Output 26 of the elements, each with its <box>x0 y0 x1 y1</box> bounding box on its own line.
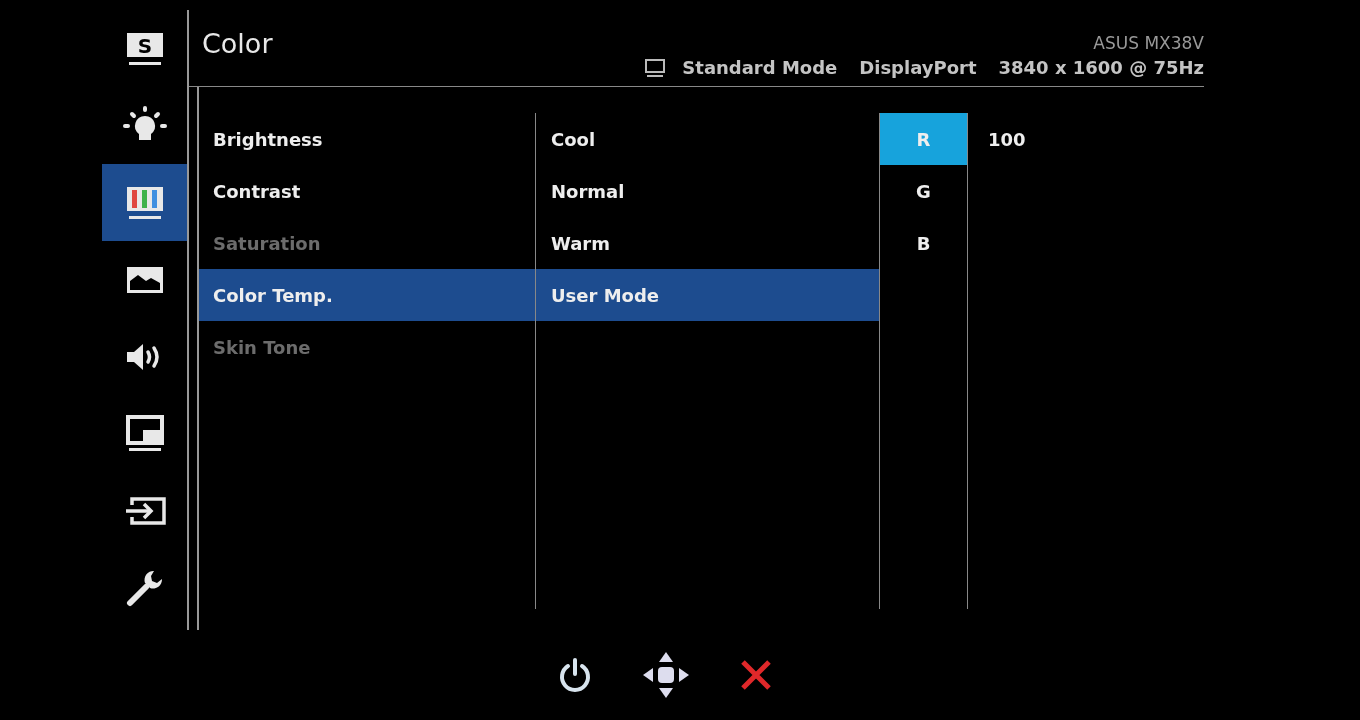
picture-icon <box>124 264 165 295</box>
submenu-item[interactable]: User Mode <box>536 269 879 321</box>
monitor-icon <box>644 57 667 78</box>
menu-item[interactable]: Contrast <box>199 165 535 217</box>
monitor-model: ASUS MX38V <box>1093 33 1204 53</box>
mode-label: Standard Mode <box>682 57 838 78</box>
picture-in-picture-icon <box>124 413 165 454</box>
close-icon[interactable] <box>739 658 773 692</box>
channel-item[interactable]: B <box>880 217 967 269</box>
sidebar-item[interactable] <box>102 164 187 241</box>
channel-item[interactable]: G <box>880 165 967 217</box>
menu-item[interactable]: Brightness <box>199 113 535 165</box>
channel-value: 100 <box>987 127 1026 152</box>
submenu-item[interactable]: Normal <box>536 165 879 217</box>
resolution-label: 3840 x 1600 @ 75Hz <box>998 57 1204 78</box>
wrench-icon <box>125 568 164 607</box>
submenu-item[interactable]: Cool <box>536 113 879 165</box>
sidebar-item[interactable]: S <box>102 10 187 87</box>
input-label: DisplayPort <box>859 57 977 78</box>
submenu-item[interactable]: Warm <box>536 217 879 269</box>
menu-title: Color <box>202 27 273 59</box>
navigation-icon[interactable] <box>641 650 691 700</box>
color-bars-icon <box>124 184 165 221</box>
input-icon <box>123 495 166 526</box>
menu-item[interactable]: Color Temp. <box>199 269 535 321</box>
power-icon[interactable] <box>557 657 593 693</box>
